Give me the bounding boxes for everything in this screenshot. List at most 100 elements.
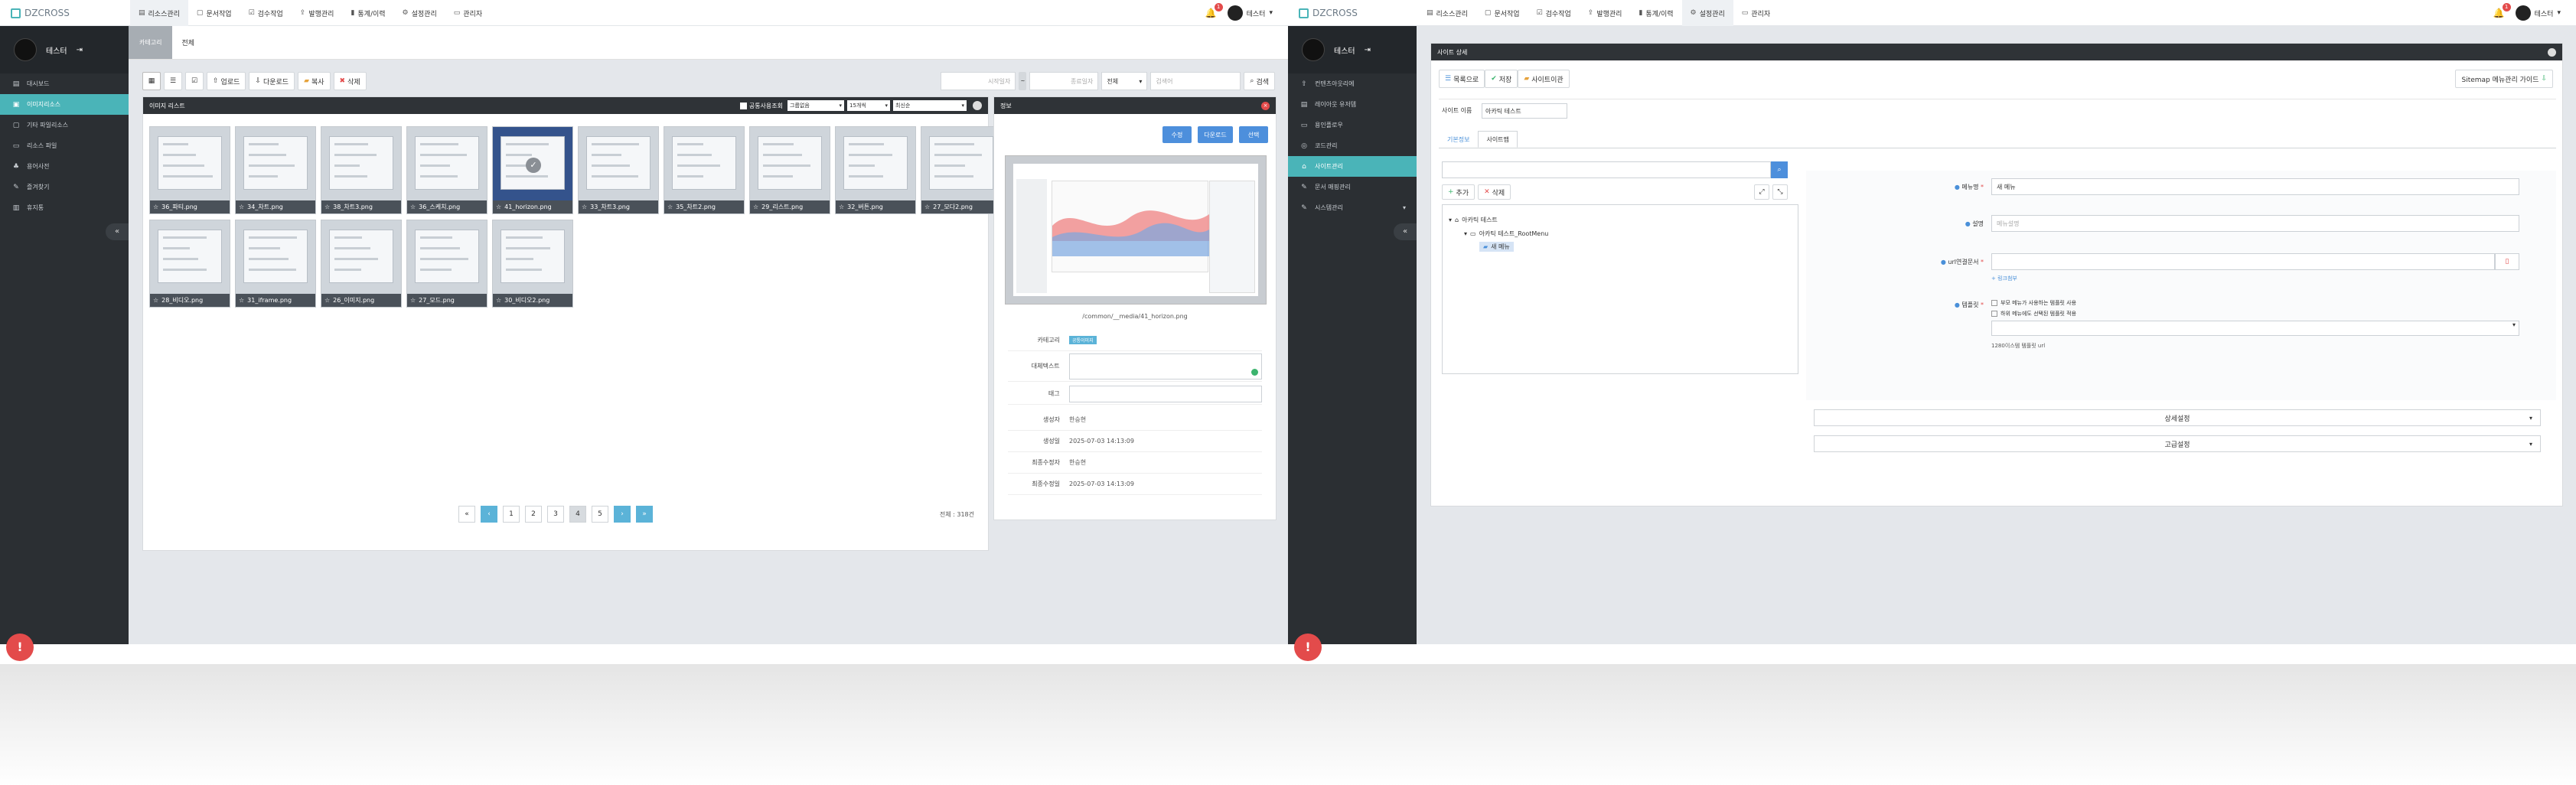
url-clear-button[interactable]: ▯ bbox=[2495, 253, 2519, 270]
url-input[interactable] bbox=[1991, 253, 2495, 270]
pager-page-1[interactable]: 1 bbox=[503, 506, 520, 523]
sidebar-collapse-button[interactable]: « bbox=[1394, 223, 1417, 240]
attach-link[interactable]: + 링크첨부 bbox=[1991, 275, 2017, 282]
collapse-all-button[interactable]: ⤡ bbox=[1772, 184, 1788, 200]
image-thumbnail[interactable]: ☆ 36_파티.png bbox=[149, 126, 230, 214]
logout-icon[interactable]: ⇥ bbox=[77, 46, 83, 54]
image-thumbnail[interactable]: ☆ 34_차트.png bbox=[235, 126, 316, 214]
alt-text-textarea[interactable] bbox=[1068, 353, 1262, 379]
star-icon[interactable]: ☆ bbox=[582, 204, 587, 210]
pager-last-button[interactable]: » bbox=[636, 506, 653, 523]
tab-basic-info[interactable]: 기본정보 bbox=[1439, 131, 1478, 148]
sidebar-item-layout[interactable]: ▤ 레이아웃 유저템 bbox=[1288, 94, 1417, 115]
star-icon[interactable]: ☆ bbox=[753, 204, 758, 210]
breadcrumb-parent[interactable]: 카테고리 bbox=[129, 26, 173, 59]
top-menu-documents[interactable]: ▢ 문서작업 bbox=[1476, 0, 1528, 26]
logout-icon[interactable]: ⇥ bbox=[1365, 46, 1371, 54]
download-button[interactable]: ⇩ 다운로드 bbox=[249, 72, 295, 90]
star-icon[interactable]: ☆ bbox=[153, 297, 158, 304]
tree-search-button[interactable]: ⌕ bbox=[1771, 161, 1788, 178]
copy-button[interactable]: ▰ 복사 bbox=[298, 72, 331, 90]
group-select[interactable]: 그룹없음 ▾ bbox=[787, 100, 844, 111]
pager-next-button[interactable]: › bbox=[614, 506, 631, 523]
description-input[interactable]: 메뉴설명 bbox=[1991, 215, 2519, 232]
star-icon[interactable]: ☆ bbox=[239, 204, 244, 210]
tree-node-rootmenu[interactable]: ▾ ▭ 아카틱 테스트_RootMenu bbox=[1464, 230, 1548, 238]
sidebar-item-system[interactable]: ✎ 시스템관리 ▾ bbox=[1288, 197, 1417, 218]
top-menu-admin[interactable]: ▭ 관리자 bbox=[445, 0, 491, 26]
sidebar-item-resource-files[interactable]: ▭ 리소스 파일 bbox=[0, 135, 129, 156]
image-thumbnail[interactable]: ☆ 28_비디오.png bbox=[149, 220, 230, 308]
star-icon[interactable]: ☆ bbox=[839, 204, 844, 210]
top-menu-review[interactable]: ☑ 검수작업 bbox=[1528, 0, 1580, 26]
search-button[interactable]: ⌕ 검색 bbox=[1244, 72, 1275, 90]
sidebar-item-site-management[interactable]: ⌂ 사이트관리 bbox=[1288, 156, 1417, 177]
search-input[interactable]: 검색어 bbox=[1150, 72, 1241, 90]
alert-fab-button[interactable]: ! bbox=[1294, 634, 1322, 661]
image-thumbnail[interactable]: ☆ 36_스케치.png bbox=[406, 126, 487, 214]
alert-fab-button[interactable]: ! bbox=[6, 634, 34, 661]
tree-node-root[interactable]: ▾ ⌂ 아카틱 테스트 bbox=[1449, 216, 1498, 224]
close-icon[interactable]: × bbox=[1261, 101, 1270, 110]
bell-icon[interactable]: 🔔 1 bbox=[2493, 3, 2511, 18]
star-icon[interactable]: ☆ bbox=[324, 204, 330, 210]
tree-node-new-menu[interactable]: ▰ 새 메뉴 bbox=[1479, 242, 1514, 252]
sitemap-guide-button[interactable]: Sitemap 메뉴관리 가이드 ⇩ bbox=[2455, 70, 2553, 88]
top-menu-publish[interactable]: ⇪ 발행관리 bbox=[292, 0, 343, 26]
pager-page-3[interactable]: 3 bbox=[547, 506, 564, 523]
image-thumbnail[interactable]: ☆ 38_차트3.png bbox=[321, 126, 402, 214]
image-thumbnail[interactable]: ☆ 27_모다2.png bbox=[921, 126, 1002, 214]
sidebar-collapse-button[interactable]: « bbox=[106, 223, 129, 240]
star-icon[interactable]: ☆ bbox=[667, 204, 673, 210]
check-all-button[interactable]: ☑ bbox=[185, 72, 204, 90]
tab-sitemap[interactable]: 사이트맵 bbox=[1478, 131, 1518, 148]
sidebar-item-other-files[interactable]: ▢ 기타 파일리소스 bbox=[0, 115, 129, 135]
upload-button[interactable]: ⇧ 업로드 bbox=[207, 72, 246, 90]
site-transfer-button[interactable]: ▰ 사이트이관 bbox=[1518, 70, 1570, 88]
star-icon[interactable]: ☆ bbox=[153, 204, 158, 210]
save-button[interactable]: ✔ 저장 bbox=[1485, 70, 1518, 88]
star-icon[interactable]: ☆ bbox=[496, 297, 501, 304]
bell-icon[interactable]: 🔔 1 bbox=[1205, 3, 1223, 18]
star-icon[interactable]: ☆ bbox=[239, 297, 244, 304]
end-date-input[interactable]: 종료일자 bbox=[1029, 72, 1099, 90]
star-icon[interactable]: ☆ bbox=[410, 204, 416, 210]
sidebar-item-image-resources[interactable]: ▣ 이미지리소스 bbox=[0, 94, 129, 115]
top-menu-stats[interactable]: ▮ 통계/이력 bbox=[1630, 0, 1681, 26]
sort-select[interactable]: 최신순 ▾ bbox=[893, 100, 967, 111]
pager-page-2[interactable]: 2 bbox=[525, 506, 542, 523]
select-button[interactable]: 선택 bbox=[1239, 126, 1268, 143]
template-option-children[interactable]: 하위 메뉴에도 선택된 템플릿 적용 bbox=[1991, 310, 2076, 318]
sidebar-item-codes[interactable]: ◎ 코드관리 bbox=[1288, 135, 1417, 156]
user-menu[interactable]: 테스터 ▾ bbox=[2515, 5, 2561, 21]
sidebar-item-glossary[interactable]: ♣ 용어사전 bbox=[0, 156, 129, 177]
sidebar-item-favorites[interactable]: ✎ 즐겨찾기 bbox=[0, 177, 129, 197]
top-menu-admin[interactable]: ▭ 관리자 bbox=[1733, 0, 1779, 26]
detail-settings-toggle[interactable]: 상세설정 ▾ bbox=[1814, 409, 2541, 426]
pager-page-5[interactable]: 5 bbox=[592, 506, 608, 523]
back-to-list-button[interactable]: ☰ 목록으로 bbox=[1439, 70, 1485, 88]
filter-select[interactable]: 전체 ▾ bbox=[1101, 72, 1148, 90]
sidebar-item-workflow[interactable]: ▭ 용인플로우 bbox=[1288, 115, 1417, 135]
star-icon[interactable]: ☆ bbox=[410, 297, 416, 304]
image-thumbnail[interactable]: ☆ 31_iframe.png bbox=[235, 220, 316, 308]
grid-view-button[interactable]: ▦ bbox=[142, 72, 161, 90]
sidebar-item-dashboard[interactable]: ▤ 대시보드 bbox=[0, 73, 129, 94]
image-thumbnail[interactable]: ☆ 26_이미지.png bbox=[321, 220, 402, 308]
top-menu-publish[interactable]: ⇪ 발행관리 bbox=[1580, 0, 1631, 26]
download-file-button[interactable]: 다운로드 bbox=[1198, 126, 1233, 143]
refresh-icon[interactable] bbox=[973, 101, 982, 110]
sidebar-item-trash[interactable]: ▥ 휴지통 bbox=[0, 197, 129, 218]
list-view-button[interactable]: ☰ bbox=[164, 72, 182, 90]
top-menu-stats[interactable]: ▮ 통계/이력 bbox=[342, 0, 393, 26]
pager-first-button[interactable]: « bbox=[458, 506, 475, 523]
top-menu-resources[interactable]: ▤ 리소스관리 bbox=[130, 0, 188, 26]
top-menu-settings[interactable]: ⚙ 설정관리 bbox=[394, 0, 445, 26]
pager-page-4[interactable]: 4 bbox=[569, 506, 586, 523]
edit-button[interactable]: 수정 bbox=[1162, 126, 1192, 143]
tree-add-button[interactable]: + 추가 bbox=[1442, 184, 1475, 200]
expand-all-button[interactable]: ⤢ bbox=[1754, 184, 1769, 200]
top-menu-settings[interactable]: ⚙ 설정관리 bbox=[1681, 0, 1733, 26]
shared-toggle[interactable]: 공통사용조회 bbox=[739, 102, 783, 110]
top-menu-documents[interactable]: ▢ 문서작업 bbox=[188, 0, 240, 26]
